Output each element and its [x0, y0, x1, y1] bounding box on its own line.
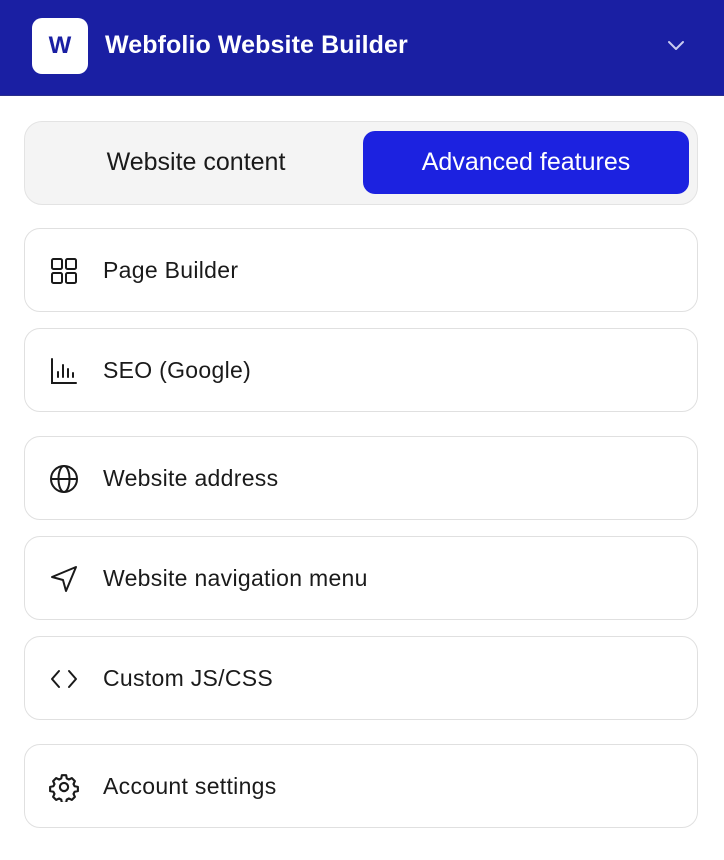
- menu-item-label: Website navigation menu: [103, 565, 368, 591]
- menu-item-custom-js-css[interactable]: Custom JS/CSS: [24, 636, 698, 720]
- menu-item-label: Custom JS/CSS: [103, 665, 274, 691]
- grid-icon: [48, 255, 80, 287]
- menu-item-page-builder[interactable]: Page Builder: [24, 228, 698, 312]
- app-title: Webfolio Website Builder: [105, 31, 408, 59]
- menu-item-navigation-menu[interactable]: Website navigation menu: [24, 536, 698, 620]
- menu-item-website-address[interactable]: Website address: [24, 436, 698, 520]
- logo-letter: W: [48, 32, 72, 59]
- tab-label: Website content: [106, 148, 286, 176]
- menu-item-label: SEO (Google): [103, 357, 252, 383]
- menu-item-label: Account settings: [103, 773, 277, 799]
- menu-item-label: Website address: [103, 465, 279, 491]
- gear-icon: [48, 771, 80, 803]
- menu-item-seo[interactable]: SEO (Google): [24, 328, 698, 412]
- navigation-arrow-icon: [48, 563, 80, 595]
- app-logo: W: [32, 18, 88, 74]
- tab-advanced-features[interactable]: Advanced features: [363, 131, 689, 194]
- app-header: W Webfolio Website Builder: [0, 0, 724, 96]
- globe-icon: [48, 463, 80, 495]
- tab-switcher: Website content Advanced features: [24, 121, 698, 205]
- tab-label: Advanced features: [421, 148, 631, 176]
- code-icon: [48, 663, 80, 695]
- menu-item-label: Page Builder: [103, 257, 239, 283]
- bar-chart-icon: [48, 355, 80, 387]
- menu-item-account-settings[interactable]: Account settings: [24, 744, 698, 828]
- tab-website-content[interactable]: Website content: [33, 131, 359, 194]
- chevron-down-icon[interactable]: [664, 36, 688, 56]
